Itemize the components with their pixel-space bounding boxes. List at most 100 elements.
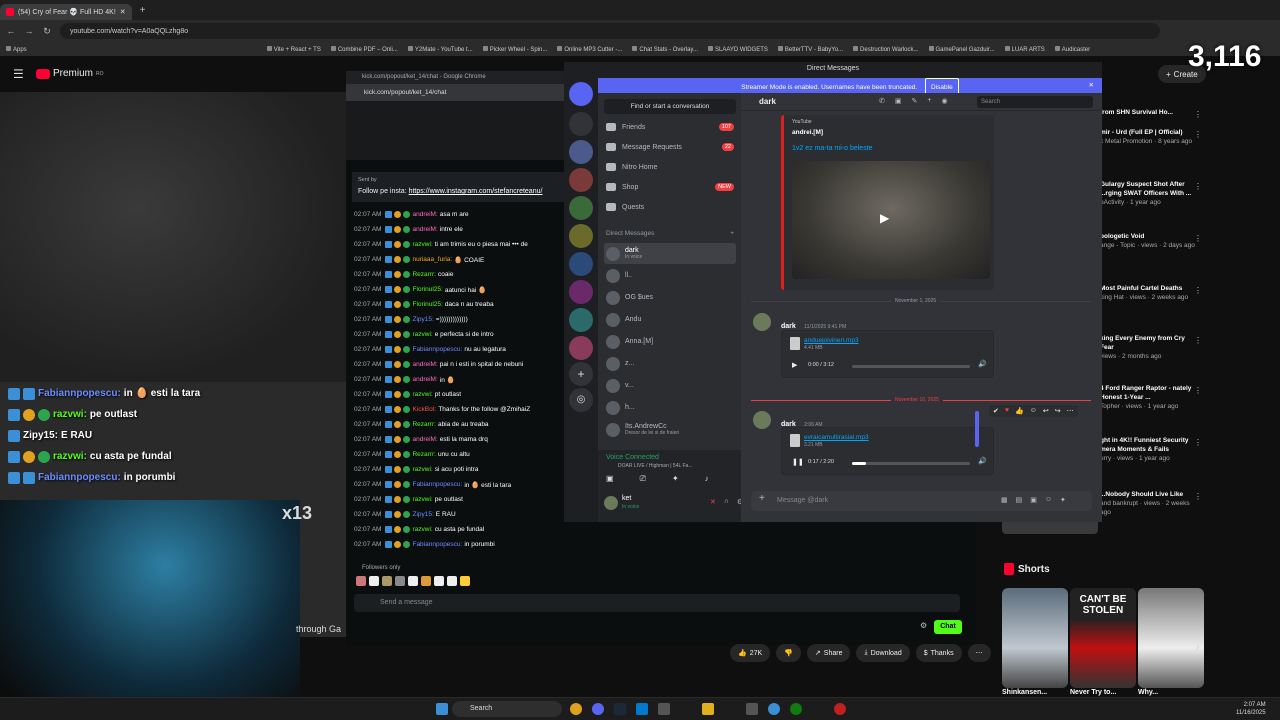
app-icon[interactable]	[834, 703, 846, 715]
thanks-button[interactable]: $ Thanks	[915, 644, 962, 662]
banner-close-icon[interactable]: ✕	[1089, 78, 1094, 93]
avatar[interactable]	[753, 313, 771, 331]
server-icon[interactable]	[569, 280, 593, 304]
recommendation-item[interactable]: mir - Urd (Full EP | Official) k Metal Pr…	[1100, 128, 1200, 146]
activities-icon[interactable]: ✦	[672, 474, 679, 484]
recommendation-item[interactable]: king Every Enemy from Cry Fear views · 2 …	[1100, 334, 1200, 361]
more-options-icon[interactable]: ⋮	[1194, 386, 1202, 395]
dm-item[interactable]: Anna.[M]	[604, 331, 736, 352]
message-user[interactable]: razvwi:	[412, 241, 432, 248]
bookmark-item[interactable]: SLAAYD WIDGETS	[708, 46, 768, 53]
emote-icon[interactable]	[395, 576, 405, 586]
bookmark-item[interactable]: Vite + React + TS	[267, 46, 321, 53]
dm-item[interactable]: dark In voice	[604, 243, 736, 264]
chat-search-input[interactable]: Search	[977, 96, 1093, 108]
pause-icon[interactable]: ❚❚	[792, 458, 804, 466]
forward-icon[interactable]: →	[24, 26, 34, 36]
message-user[interactable]: razvwi:	[412, 466, 432, 473]
browser-tab[interactable]: (54) Cry of Fear 💀 Full HD 4K! ✕	[0, 4, 132, 20]
call-icon[interactable]: ✆	[879, 97, 885, 105]
recommendation-item[interactable]: Most Painful Cartel Deaths king Hat · vie…	[1100, 284, 1200, 302]
message-user[interactable]: Florinul25:	[412, 286, 442, 293]
short-thumbnail[interactable]	[1002, 588, 1068, 688]
nav-quests[interactable]: Quests	[606, 203, 734, 211]
server-icon[interactable]	[569, 308, 593, 332]
recommendation-item[interactable]: from SHN Survival Ho...	[1100, 108, 1200, 117]
app-icon[interactable]	[658, 703, 670, 715]
vscode-icon[interactable]	[636, 703, 648, 715]
file-name[interactable]: anduejoivineri.mp3	[804, 337, 859, 344]
gift-icon[interactable]: ▦	[1001, 496, 1008, 504]
bookmark-item[interactable]: Y2Mate - YouTube t...	[408, 46, 473, 53]
more-options-icon[interactable]: ⋮	[1194, 130, 1202, 139]
reply-icon[interactable]: ↩	[1043, 407, 1049, 415]
bookmark-item[interactable]: Chat Stats - Overlay...	[632, 46, 698, 53]
avatar[interactable]	[753, 411, 771, 429]
bookmark-item[interactable]: Destruction Warlock...	[853, 46, 918, 53]
message-user[interactable]: andreiM:	[412, 226, 437, 233]
kick-url-field[interactable]: kick.com/popout/ket_14/chat	[346, 84, 566, 101]
bookmark-item[interactable]: Apps	[6, 46, 27, 53]
mute-icon[interactable]: ✕	[710, 498, 716, 506]
settings-icon[interactable]: ⚙	[920, 621, 927, 630]
message-user[interactable]: razvwi:	[412, 391, 432, 398]
bookmark-item[interactable]: LUAR ARTS	[1005, 46, 1045, 53]
screenshare-icon[interactable]: ⎚	[640, 474, 646, 484]
audio-progress[interactable]	[852, 462, 970, 465]
volume-slider[interactable]	[975, 411, 979, 447]
dm-item[interactable]: h...	[604, 397, 736, 418]
bookmark-item[interactable]: Picker Wheel - Spin...	[483, 46, 548, 53]
nav-friends[interactable]: Friends 107	[606, 123, 734, 131]
recommendation-item[interactable]: ...Nobody Should Live Like and bankrupt ·…	[1100, 490, 1200, 517]
chrome-icon[interactable]	[570, 703, 582, 715]
explore-icon[interactable]: ◎	[569, 388, 593, 412]
emote-icon[interactable]	[382, 576, 392, 586]
message-user[interactable]: Fabiannpopescu:	[412, 481, 462, 488]
server-icon[interactable]	[569, 336, 593, 360]
message-user[interactable]: KickBot:	[412, 406, 436, 413]
message-user[interactable]: andreiM:	[412, 376, 437, 383]
recommendation-item[interactable]: 4 Ford Ranger Raptor - nately Honest 1-Y…	[1100, 384, 1200, 411]
more-options-icon[interactable]: ⋮	[1194, 182, 1202, 191]
message-user[interactable]: Rezarrr:	[412, 271, 435, 278]
emote-icon[interactable]	[408, 576, 418, 586]
message-user[interactable]: Rezarrr:	[412, 421, 435, 428]
dm-item[interactable]: ll..	[604, 265, 736, 286]
message-user[interactable]: Fabiannpopescu:	[412, 541, 462, 548]
bookmark-item[interactable]: BetterTTV - BabyYo...	[778, 46, 843, 53]
short-thumbnail[interactable]: CAN'T BE STOLEN	[1070, 588, 1136, 688]
message-user[interactable]: razvwi:	[412, 331, 432, 338]
server-icon[interactable]	[569, 140, 593, 164]
emote-icon[interactable]	[434, 576, 444, 586]
more-options-icon[interactable]: ⋮	[1194, 438, 1202, 447]
bookmark-item[interactable]: Online MP3 Cutter -...	[557, 46, 622, 53]
recommendation-item[interactable]: Gulargy Suspect Shot After ...rging SWAT…	[1100, 180, 1200, 207]
discord-home-icon[interactable]	[569, 82, 593, 106]
reload-icon[interactable]: ↻	[42, 26, 52, 37]
message-user[interactable]: andreiM:	[412, 211, 437, 218]
clock[interactable]: 2:07 AM 11/16/2025	[1236, 701, 1266, 717]
message-user[interactable]: razvwi:	[412, 526, 432, 533]
add-server-icon[interactable]: +	[569, 362, 593, 386]
dm-item[interactable]: OG $ues	[604, 287, 736, 308]
dislike-button[interactable]: 👎	[776, 644, 801, 662]
emote-icon[interactable]	[369, 576, 379, 586]
pin-icon[interactable]: ✎	[912, 97, 918, 105]
start-icon[interactable]	[436, 703, 448, 715]
message-user[interactable]: andreiM:	[412, 361, 437, 368]
gif-icon[interactable]: ▤	[1016, 496, 1023, 504]
server-icon[interactable]	[569, 224, 593, 248]
thumbs-up-reaction-icon[interactable]: 👍	[1015, 407, 1024, 415]
emote-icon[interactable]	[447, 576, 457, 586]
file-explorer-icon[interactable]	[702, 703, 714, 715]
create-dm-icon[interactable]: +	[730, 230, 734, 237]
recommendation-item[interactable]: pologetic Void ange - Topic · views · 2 d…	[1100, 232, 1200, 250]
nav-nitro[interactable]: Nitro Home	[606, 163, 734, 171]
like-button[interactable]: 👍 27K	[730, 644, 771, 662]
youtube-embed[interactable]: YouTube andrei.[M] 1v2 ez ma-ta mi-o bel…	[781, 115, 994, 290]
app-icon[interactable]	[746, 703, 758, 715]
more-options-icon[interactable]: ⋮	[1194, 234, 1202, 243]
apps-icon[interactable]: ✦	[1060, 496, 1066, 504]
youtube-logo[interactable]: Premium RO	[36, 68, 104, 79]
message-user[interactable]: razvwi:	[412, 496, 432, 503]
